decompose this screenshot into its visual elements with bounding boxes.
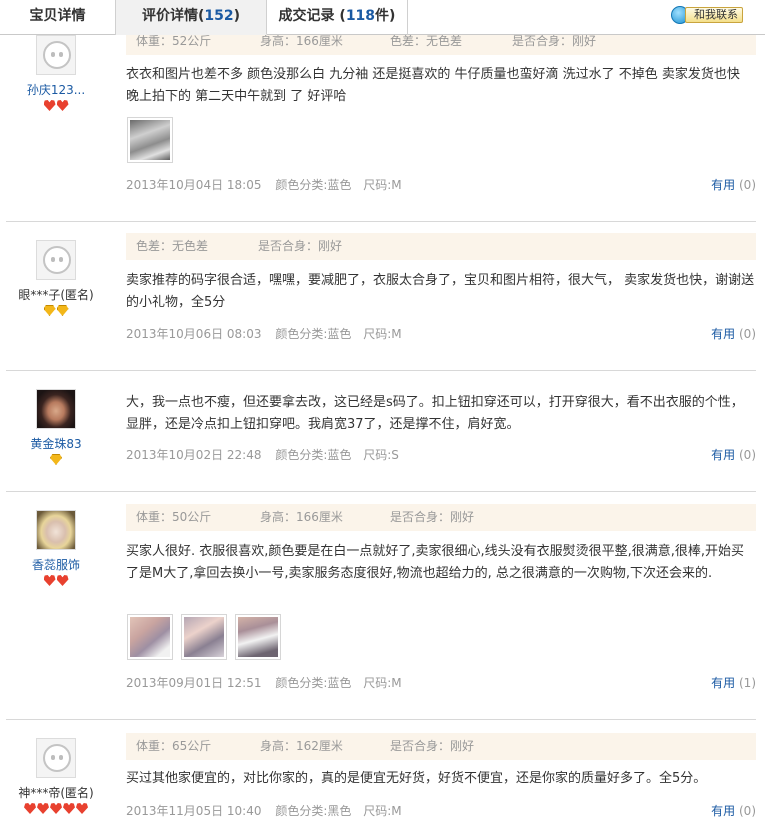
- review-photo[interactable]: [127, 614, 173, 660]
- review-date: 2013年09月01日 12:51: [126, 676, 262, 690]
- review-meta: 2013年10月02日 22:48 颜色分类:蓝色 尺码:S: [126, 446, 407, 463]
- default-avatar-icon[interactable]: [36, 738, 76, 778]
- reviewer: 孙庆123...: [6, 35, 106, 112]
- review-content: 衣衣和图片也差不多 颜色没那么白 九分袖 还是挺喜欢的 牛仔质量也蛮好滴 洗过水…: [126, 67, 740, 104]
- review-color-option: 颜色分类:蓝色: [275, 327, 352, 341]
- user-avatar-photo[interactable]: [36, 389, 76, 429]
- useful-button[interactable]: 有用 (0): [711, 176, 756, 193]
- useful-count: (0): [739, 178, 756, 192]
- review-size-option: 尺码:M: [363, 178, 402, 192]
- useful-button[interactable]: 有用 (1): [711, 674, 756, 691]
- attr-fit: 是否合身：刚好: [390, 510, 475, 524]
- review-attributes: 色差：无色差 是否合身：刚好: [126, 233, 756, 260]
- reviewer: 眼***子(匿名): [6, 240, 106, 317]
- review-date: 2013年10月06日 08:03: [126, 327, 262, 341]
- useful-count: (0): [739, 804, 756, 818]
- review-color-option: 颜色分类:黑色: [275, 804, 352, 818]
- review-content: 买过其他家便宜的，对比你家的，真的是便宜无好货，好货不便宜，还是你家的质量好多了…: [126, 771, 707, 786]
- review-photo[interactable]: [127, 117, 173, 163]
- reviewer-name[interactable]: 孙庆123...: [6, 81, 106, 98]
- review-size-option: 尺码:M: [363, 327, 402, 341]
- review-attributes: 体重：65公斤 身高：162厘米 是否合身：刚好: [126, 733, 756, 760]
- review-date: 2013年11月05日 10:40: [126, 804, 262, 818]
- contact-label[interactable]: 和我联系: [685, 7, 743, 23]
- useful-button[interactable]: 有用 (0): [711, 446, 756, 463]
- attr-color-diff: 色差：无色差: [136, 239, 209, 253]
- review-photos: [127, 117, 173, 163]
- divider: [6, 221, 756, 222]
- reviewer-name[interactable]: 香蕊服饰: [6, 556, 106, 573]
- review-count: 152: [204, 8, 234, 24]
- review-size-option: 尺码:M: [363, 804, 402, 818]
- tab-transactions[interactable]: 成交记录 (118件): [267, 0, 408, 35]
- attr-fit: 是否合身：刚好: [390, 739, 475, 753]
- review-color-option: 颜色分类:蓝色: [275, 448, 352, 462]
- attr-weight: 体重：50公斤: [136, 510, 212, 524]
- review-date: 2013年10月02日 22:48: [126, 448, 262, 462]
- review-size-option: 尺码:S: [363, 448, 399, 462]
- review-content: 买家人很好. 衣服很喜欢,颜色要是在白一点就好了,卖家很细心,线头没有衣服熨烫很…: [126, 544, 745, 581]
- review-meta: 2013年09月01日 12:51 颜色分类:蓝色 尺码:M: [126, 674, 410, 691]
- divider: [6, 719, 756, 720]
- tab-label[interactable]: 宝贝详情: [30, 8, 86, 24]
- transaction-count: 118: [345, 8, 376, 24]
- useful-count: (0): [739, 448, 756, 462]
- credit-badge: [6, 305, 106, 317]
- review-meta: 2013年10月04日 18:05 颜色分类:蓝色 尺码:M: [126, 176, 410, 193]
- credit-badge: [6, 454, 106, 466]
- reviewer: 神***帝(匿名): [6, 738, 106, 815]
- reviewer-name: 眼***子(匿名): [18, 288, 94, 302]
- reviewer: 香蕊服饰: [6, 510, 106, 587]
- user-avatar-photo[interactable]: [36, 510, 76, 550]
- useful-label[interactable]: 有用: [711, 327, 735, 341]
- reviewer-name[interactable]: 黄金珠83: [6, 435, 106, 452]
- review-meta: 2013年10月06日 08:03 颜色分类:蓝色 尺码:M: [126, 325, 410, 342]
- useful-label[interactable]: 有用: [711, 804, 735, 818]
- divider: [6, 370, 756, 371]
- useful-count: (0): [739, 327, 756, 341]
- tab-label[interactable]: 评价详情: [142, 8, 198, 24]
- review-color-option: 颜色分类:蓝色: [275, 178, 352, 192]
- useful-count: (1): [739, 676, 756, 690]
- review-photo[interactable]: [235, 614, 281, 660]
- attr-weight: 体重：65公斤: [136, 739, 212, 753]
- review-meta: 2013年11月05日 10:40 颜色分类:黑色 尺码:M: [126, 802, 410, 819]
- attr-height: 身高：162厘米: [260, 739, 343, 753]
- useful-button[interactable]: 有用 (0): [711, 802, 756, 819]
- review-photos: [127, 614, 281, 660]
- attr-height: 身高：166厘米: [260, 510, 343, 524]
- reviewer: 黄金珠83: [6, 389, 106, 466]
- useful-label[interactable]: 有用: [711, 448, 735, 462]
- useful-label[interactable]: 有用: [711, 676, 735, 690]
- review-content: 大，我一点也不瘦，但还要拿去改，这已经是s码了。扣上钮扣穿还可以，打开穿很大，看…: [126, 395, 744, 432]
- tab-reviews[interactable]: 评价详情(152): [116, 0, 267, 35]
- credit-badge: [6, 575, 106, 587]
- review-photo[interactable]: [181, 614, 227, 660]
- review-attributes: 体重：50公斤 身高：166厘米 是否合身：刚好: [126, 504, 756, 531]
- reviewer-name: 神***帝(匿名): [18, 786, 94, 800]
- review-content: 卖家推荐的码字很合适，嘿嘿，要减肥了，衣服太合身了，宝贝和图片相符，很大气， 卖…: [126, 273, 755, 310]
- review-color-option: 颜色分类:蓝色: [275, 676, 352, 690]
- divider: [6, 491, 756, 492]
- credit-badge: [6, 100, 106, 112]
- useful-label[interactable]: 有用: [711, 178, 735, 192]
- review-size-option: 尺码:M: [363, 676, 402, 690]
- default-avatar-icon[interactable]: [36, 35, 76, 75]
- contact-seller-button[interactable]: 和我联系: [671, 6, 743, 24]
- tab-bar: 宝贝详情 评价详情(152) 成交记录 (118件) 和我联系: [0, 0, 765, 35]
- attr-fit: 是否合身：刚好: [258, 239, 343, 253]
- tab-item-details[interactable]: 宝贝详情: [0, 0, 116, 35]
- credit-badge: [6, 803, 106, 815]
- review-date: 2013年10月04日 18:05: [126, 178, 262, 192]
- default-avatar-icon[interactable]: [36, 240, 76, 280]
- tab-label[interactable]: 成交记录: [279, 8, 335, 24]
- useful-button[interactable]: 有用 (0): [711, 325, 756, 342]
